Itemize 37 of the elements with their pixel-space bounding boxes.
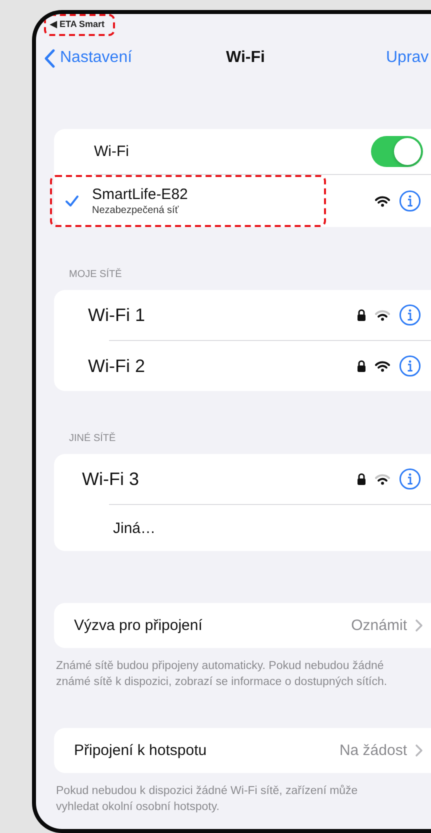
network-name[interactable]: SmartLife-E82: [92, 186, 188, 203]
network-security-note: Nezabezpečená síť: [92, 205, 180, 216]
wifi-signal-icon: [375, 474, 390, 484]
setting-label: Připojení k hotspotu: [74, 742, 208, 759]
wifi-toggle[interactable]: [371, 136, 423, 167]
wifi-signal-icon: [375, 196, 390, 206]
back-button[interactable]: Nastavení: [44, 48, 132, 68]
checkmark-icon: [65, 195, 79, 207]
info-icon[interactable]: [399, 468, 421, 490]
back-chevron-icon: [44, 48, 55, 68]
setting-description: Známé sítě budou připojeny automaticky. Pokud nebudou žádné známé sítě k dispozici, zobrazí se informace o dostupných sítích.: [56, 659, 388, 690]
network-name[interactable]: Wi-Fi 2: [88, 356, 357, 376]
setting-row[interactable]: Výzva pro připojení Oznámit: [54, 603, 431, 648]
chevron-icon: [415, 619, 423, 632]
edit-link[interactable]: Uprav: [386, 49, 429, 67]
section-header: MOJE SÍTĚ: [69, 269, 122, 280]
chevron-icon: [415, 744, 423, 757]
screen-title: Wi-Fi: [226, 49, 265, 67]
other-network-item[interactable]: Jiná…: [113, 520, 156, 536]
wifi-signal-icon: [375, 310, 390, 320]
lock-icon: [357, 309, 366, 321]
network-name[interactable]: Wi-Fi 3: [82, 468, 357, 490]
wifi-label: Wi-Fi: [94, 143, 130, 160]
info-icon[interactable]: [399, 355, 421, 377]
setting-description: Pokud nebudou k dispozici žádné Wi-Fi sítě, zařízení může vyhledat okolní osobní hotspoty.: [56, 784, 359, 815]
back-to-app-link[interactable]: ◀ ETA Smart: [44, 14, 115, 36]
section-header: JINÉ SÍTĚ: [69, 433, 116, 444]
wifi-signal-icon: [375, 360, 390, 372]
setting-value: Na žádost: [339, 742, 407, 759]
info-icon[interactable]: [399, 304, 421, 326]
lock-icon: [357, 473, 366, 485]
lock-icon: [357, 360, 366, 372]
info-icon[interactable]: [399, 190, 421, 212]
setting-row[interactable]: Připojení k hotspotu Na žádost: [54, 728, 431, 773]
setting-label: Výzva pro připojení: [74, 617, 204, 634]
setting-value: Oznámit: [351, 617, 407, 634]
network-name[interactable]: Wi-Fi 1: [88, 304, 357, 326]
